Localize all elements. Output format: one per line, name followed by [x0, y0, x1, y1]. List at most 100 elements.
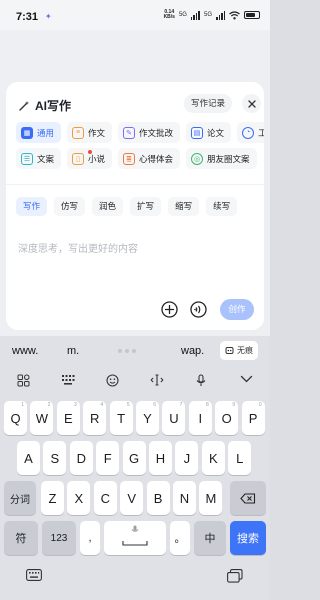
- key-label: E: [63, 410, 73, 426]
- style-write[interactable]: 写作: [16, 197, 48, 216]
- style-continue[interactable]: 续写: [206, 197, 238, 216]
- key-g[interactable]: G: [122, 441, 146, 475]
- category-essay-correction[interactable]: ✎ 作文批改: [118, 122, 181, 143]
- backspace-key[interactable]: [230, 481, 266, 515]
- key-secondary-label: 4: [100, 402, 104, 408]
- incognito-icon: [225, 347, 234, 354]
- notification-icon: ✦: [45, 12, 52, 21]
- key-label: Q: [10, 410, 21, 426]
- emoji-icon[interactable]: [106, 374, 119, 387]
- keyboard-icon[interactable]: [26, 569, 42, 581]
- key-e[interactable]: E3: [56, 401, 80, 435]
- category-paper[interactable]: ▤ 论文: [186, 122, 232, 143]
- category-copywriting[interactable]: ☰ 文案: [16, 148, 62, 169]
- key-h[interactable]: H: [149, 441, 172, 475]
- key-z[interactable]: Z: [41, 481, 64, 515]
- style-polish[interactable]: 润色: [92, 197, 124, 216]
- category-essay[interactable]: ≡ 作文: [67, 122, 113, 143]
- category-label: 作文批改: [139, 127, 174, 138]
- key-x[interactable]: X: [67, 481, 91, 515]
- key-label: D: [76, 450, 86, 466]
- key-d[interactable]: D: [69, 441, 93, 475]
- key-n[interactable]: N: [173, 481, 196, 515]
- key-r[interactable]: R4: [83, 401, 107, 435]
- language-key[interactable]: 中: [194, 521, 226, 555]
- key-b[interactable]: B: [146, 481, 170, 515]
- writing-history-button[interactable]: 写作记录: [184, 94, 233, 113]
- key-p[interactable]: P0: [241, 401, 265, 435]
- comma-key[interactable]: ,: [80, 521, 100, 555]
- space-key[interactable]: [104, 521, 166, 555]
- prompt-input[interactable]: 深度思考，写出更好的内容: [18, 240, 138, 255]
- key-j[interactable]: J: [175, 441, 199, 475]
- key-m[interactable]: M: [199, 481, 223, 515]
- style-shorten[interactable]: 缩写: [168, 197, 200, 216]
- segment-key[interactable]: 分词: [4, 481, 36, 515]
- category-general[interactable]: ▦ 通用: [16, 122, 62, 143]
- ai-writing-panel: AI写作 写作记录 ▦ 通用 ≡ 作文 ✎ 作文批改 ▤ 论文 ◔ 工作 ☰ 文…: [6, 82, 264, 330]
- key-q[interactable]: Q1: [4, 401, 27, 435]
- suggestion-wap[interactable]: wap.: [181, 345, 204, 357]
- category-reflection[interactable]: ≣ 心得体会: [118, 148, 181, 169]
- key-t[interactable]: T5: [109, 401, 133, 435]
- clipboard-icon[interactable]: [227, 569, 243, 583]
- key-secondary-label: 7: [179, 402, 183, 408]
- input-tools: 创作: [6, 299, 264, 321]
- key-label: P: [248, 410, 258, 426]
- style-imitate[interactable]: 仿写: [54, 197, 86, 216]
- chevron-down-icon[interactable]: [240, 374, 253, 384]
- signal-2-icon: [216, 10, 225, 20]
- signal-1-icon: [190, 10, 200, 20]
- key-v[interactable]: V: [120, 481, 144, 515]
- key-label: G: [129, 450, 140, 466]
- period-key[interactable]: 。: [170, 521, 190, 555]
- divider: [6, 184, 264, 185]
- symbol-key[interactable]: 符: [4, 521, 38, 555]
- apps-grid-icon[interactable]: [17, 374, 30, 387]
- style-expand[interactable]: 扩写: [130, 197, 162, 216]
- incognito-button[interactable]: 无痕: [220, 341, 258, 360]
- number-key[interactable]: 123: [42, 521, 76, 555]
- microphone-icon[interactable]: [195, 374, 207, 387]
- incognito-label: 无痕: [237, 346, 253, 355]
- nav-bar: [0, 559, 270, 600]
- panel-title-text: AI写作: [35, 99, 72, 113]
- key-label: J: [183, 450, 191, 466]
- key-w[interactable]: W2: [30, 401, 54, 435]
- category-label: 作文: [88, 127, 106, 138]
- category-label: 工作: [258, 127, 264, 138]
- key-k[interactable]: K: [201, 441, 225, 475]
- add-icon[interactable]: [161, 301, 178, 318]
- key-label: A: [24, 450, 33, 466]
- status-time: 7:31: [16, 11, 39, 23]
- key-label: C: [100, 490, 110, 506]
- keyboard-layout-icon[interactable]: [61, 374, 75, 386]
- key-a[interactable]: A: [17, 441, 40, 475]
- cursor-move-icon[interactable]: [150, 374, 164, 386]
- key-c[interactable]: C: [93, 481, 117, 515]
- suggestion-www[interactable]: www.: [12, 345, 38, 357]
- category-moments-copy[interactable]: ◎ 朋友圈文案: [186, 148, 257, 169]
- key-i[interactable]: I8: [188, 401, 212, 435]
- category-novel[interactable]: ▯ 小说: [67, 148, 113, 169]
- key-s[interactable]: S: [43, 441, 67, 475]
- key-y[interactable]: Y6: [136, 401, 159, 435]
- voice-icon[interactable]: [190, 301, 207, 318]
- key-u[interactable]: U7: [162, 401, 186, 435]
- space-icon: [122, 541, 148, 546]
- wifi-icon: [229, 10, 240, 19]
- grid-icon: ▦: [21, 126, 33, 139]
- create-button[interactable]: 创作: [220, 299, 254, 320]
- mic-small-icon: [131, 525, 139, 532]
- key-l[interactable]: L: [228, 441, 252, 475]
- search-key[interactable]: 搜索: [230, 521, 266, 555]
- paper-icon: ▤: [191, 126, 204, 139]
- battery-icon: [244, 11, 260, 19]
- suggestion-m[interactable]: m.: [67, 345, 79, 357]
- category-label: 心得体会: [139, 153, 174, 164]
- key-o[interactable]: O9: [215, 401, 239, 435]
- category-work[interactable]: ◔ 工作: [237, 122, 264, 143]
- key-f[interactable]: F: [96, 441, 120, 475]
- novel-icon: ▯: [72, 152, 85, 165]
- close-button[interactable]: [242, 94, 261, 113]
